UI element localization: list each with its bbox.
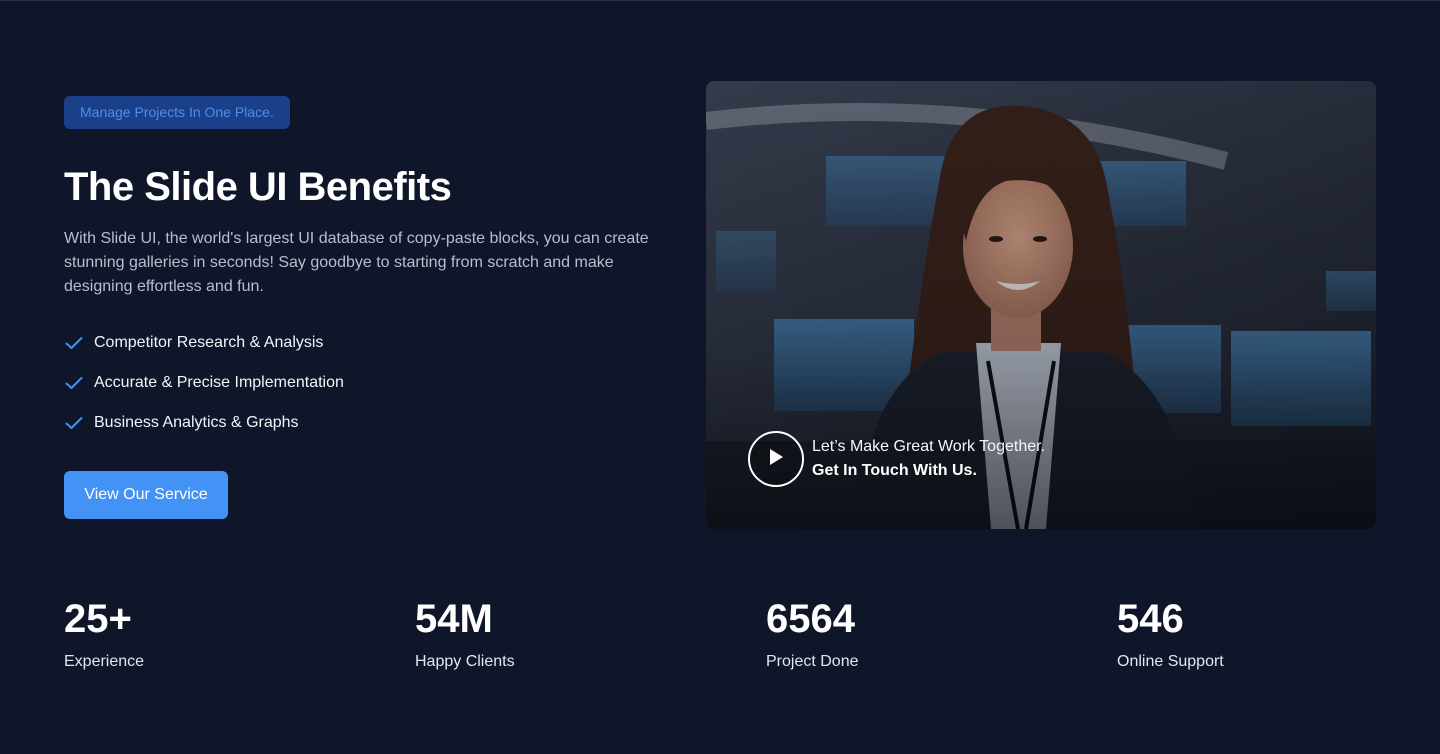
feature-label: Business Analytics & Graphs — [94, 414, 299, 431]
feature-item: Business Analytics & Graphs — [64, 411, 664, 435]
feature-label: Competitor Research & Analysis — [94, 334, 324, 351]
stat-value: 25+ — [64, 597, 132, 641]
page-title: The Slide UI Benefits — [64, 165, 452, 209]
stat-label: Experience — [64, 653, 145, 670]
feature-list: Competitor Research & Analysis Accurate … — [64, 331, 664, 435]
feature-item: Accurate & Precise Implementation — [64, 371, 664, 395]
feature-item: Competitor Research & Analysis — [64, 331, 664, 355]
check-icon — [64, 413, 84, 433]
play-button[interactable] — [748, 431, 804, 487]
top-divider — [0, 0, 1440, 1]
view-service-button[interactable]: View Our Service — [64, 471, 228, 519]
contact-link[interactable]: Get In Touch With Us. — [812, 459, 1045, 483]
hero-description: With Slide UI, the world's largest UI da… — [64, 230, 649, 295]
video-card[interactable]: Let’s Make Great Work Together. Get In T… — [706, 81, 1376, 529]
stat-label: Project Done — [766, 653, 859, 670]
play-icon — [768, 448, 784, 471]
stat-project-done: 6564 Project Done — [766, 596, 859, 672]
stat-online-support: 546 Online Support — [1117, 596, 1224, 672]
hero-content: Manage Projects In One Place. The Slide … — [64, 96, 664, 519]
stat-experience: 25+ Experience — [64, 596, 144, 672]
stat-happy-clients: 54M Happy Clients — [415, 596, 515, 672]
stat-value: 54M — [415, 597, 493, 641]
stat-value: 6564 — [766, 597, 855, 641]
feature-label: Accurate & Precise Implementation — [94, 374, 344, 391]
video-overlay: Let’s Make Great Work Together. Get In T… — [748, 431, 1045, 487]
check-icon — [64, 373, 84, 393]
hero-badge: Manage Projects In One Place. — [64, 96, 290, 129]
check-icon — [64, 333, 84, 353]
stat-value: 546 — [1117, 597, 1184, 641]
stat-label: Happy Clients — [415, 653, 515, 670]
video-caption: Let’s Make Great Work Together. Get In T… — [812, 435, 1045, 483]
video-caption-line1: Let’s Make Great Work Together. — [812, 438, 1046, 455]
stat-label: Online Support — [1117, 653, 1224, 670]
